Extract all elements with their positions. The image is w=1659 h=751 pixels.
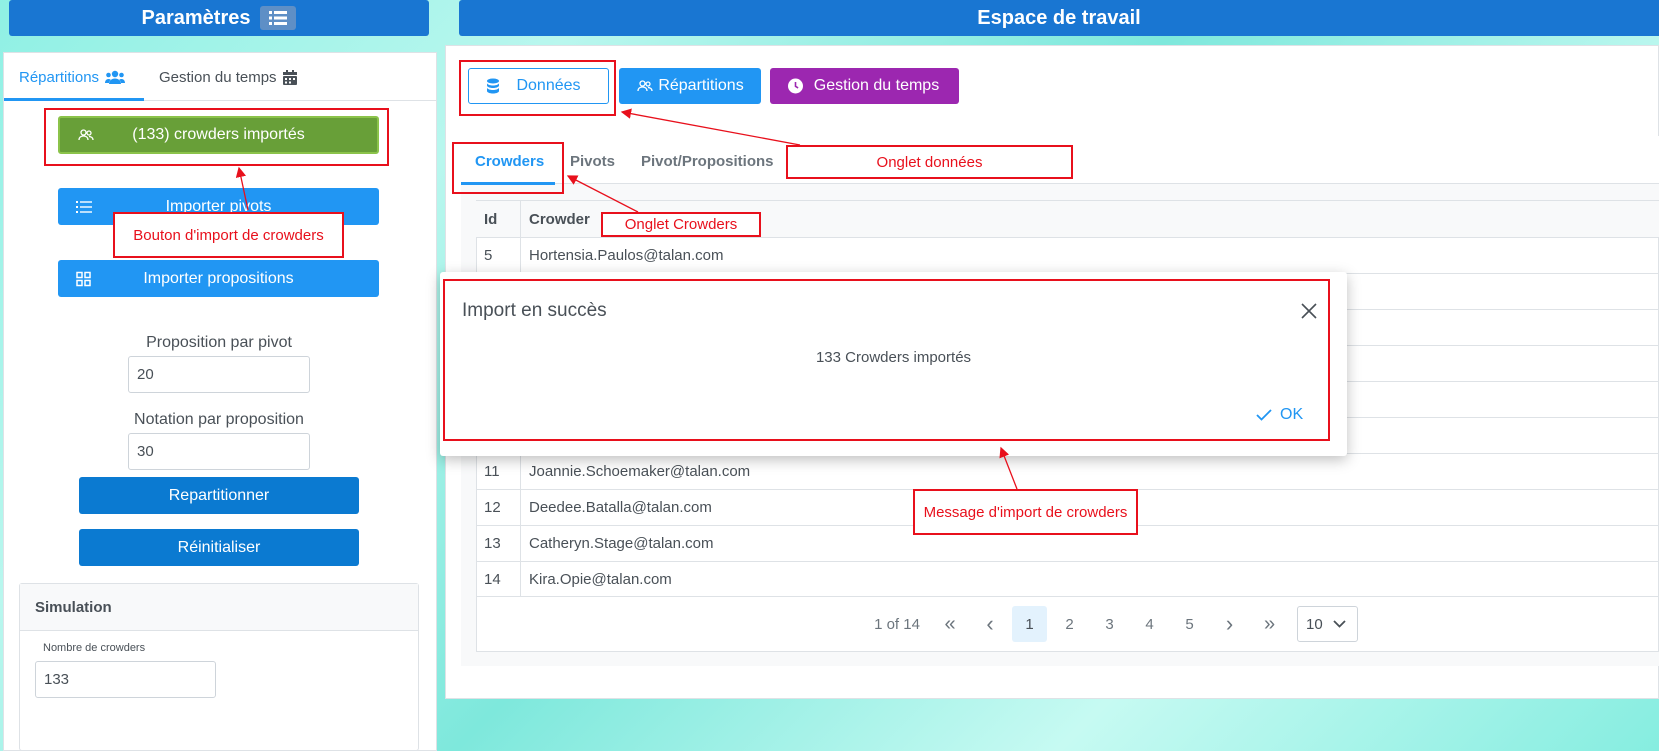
arrow-crowders-button [235,166,249,211]
arrow-dialog [999,446,1018,490]
arrow-donnees [620,108,801,146]
annotation-message-import: Message d'import de crowders [913,489,1138,535]
arrow-crowders-tab [566,175,639,213]
annotation-onglet-donnees: Onglet données [786,145,1073,179]
annotation-arrows [235,108,1018,490]
annotation-onglet-crowders: Onglet Crowders [601,212,761,237]
annotation-bouton-import: Bouton d'import de crowders [113,212,344,258]
